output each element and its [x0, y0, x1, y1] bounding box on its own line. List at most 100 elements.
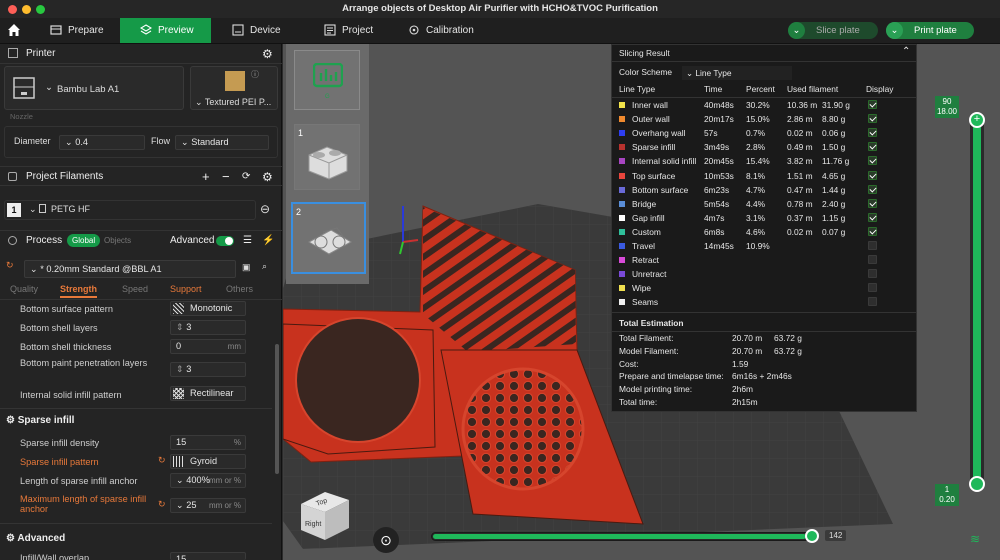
tab-strength[interactable]: Strength	[60, 284, 97, 298]
tab-speed[interactable]: Speed	[122, 284, 148, 294]
print-plate-button[interactable]: ⌄ Print plate	[886, 22, 974, 39]
display-checkbox[interactable]	[868, 255, 877, 265]
tab-project[interactable]: Project	[316, 18, 396, 43]
tab-support[interactable]: Support	[170, 284, 202, 294]
color-scheme-label: Color Scheme	[619, 67, 673, 77]
display-checkbox[interactable]	[868, 128, 877, 138]
bottom-paint-penetration-input[interactable]: ⇕ 3	[170, 362, 246, 377]
slice-dropdown-icon[interactable]: ⌄	[788, 22, 805, 39]
filament-slot-1[interactable]: 1 ⌄ PETG HF	[4, 200, 256, 220]
sidebar-scrollbar[interactable]	[275, 344, 279, 474]
close-window-button[interactable]	[8, 5, 17, 14]
horizontal-move-slider[interactable]	[431, 532, 819, 541]
line-type-weight: 1.15 g	[822, 212, 846, 223]
maximize-window-button[interactable]	[36, 5, 45, 14]
sparse-density-input[interactable]: 15%	[170, 435, 246, 450]
compare-icon[interactable]: ⚡	[262, 231, 274, 251]
tab-prepare[interactable]: Prepare	[42, 18, 120, 43]
textured-plate-icon	[225, 71, 245, 91]
sync-filament-icon[interactable]: ⟳	[242, 167, 250, 187]
reset-icon[interactable]: ↻	[158, 455, 166, 466]
bottom-shell-layers-input[interactable]: ⇕ 3	[170, 320, 246, 335]
global-toggle[interactable]: Global	[67, 234, 101, 247]
line-type-row: Gap infill 4m7s 3.1% 0.37 m 1.15 g	[612, 211, 916, 225]
plate-thumbnail-1[interactable]: 1	[294, 124, 360, 190]
line-type-swatch	[619, 172, 625, 179]
bottom-layer-label: 1 0.20	[935, 484, 959, 506]
display-checkbox[interactable]	[868, 297, 877, 307]
display-checkbox[interactable]	[868, 156, 877, 166]
internal-solid-infill-select[interactable]: Rectilinear	[170, 386, 246, 401]
plate-label: ⌄ Textured PEI P...	[195, 97, 272, 107]
printer-selector[interactable]: ⌄ Bambu Lab A1	[4, 66, 184, 110]
infill-wall-overlap-input[interactable]: 15	[170, 552, 246, 560]
diameter-select[interactable]: ⌄ 0.4	[59, 135, 145, 150]
display-checkbox[interactable]	[868, 170, 877, 180]
slice-plate-button[interactable]: ⌄ Slice plate	[788, 22, 878, 39]
save-preset-icon[interactable]: ▣	[242, 262, 251, 273]
display-checkbox[interactable]	[868, 114, 877, 124]
filament-icon	[8, 172, 17, 181]
process-preset-select[interactable]: ⌄ * 0.20mm Standard @BBL A1	[24, 260, 236, 278]
layer-slider-bottom-thumb[interactable]	[969, 476, 985, 492]
add-filament-icon[interactable]: +	[202, 167, 210, 187]
display-checkbox[interactable]	[868, 198, 877, 208]
view-cube[interactable]: Top Right	[297, 484, 357, 544]
minimize-window-button[interactable]	[22, 5, 31, 14]
layers-stack-icon[interactable]: ≋	[970, 532, 984, 546]
color-scheme-select[interactable]: ⌄ Line Type	[682, 66, 792, 80]
tab-others[interactable]: Others	[226, 284, 253, 294]
display-checkbox[interactable]	[868, 241, 877, 250]
info-icon[interactable]: ⓘ	[251, 69, 259, 80]
home-icon[interactable]	[6, 22, 22, 38]
bottom-shell-thickness-input[interactable]: 0 mm	[170, 339, 246, 354]
settings-gear-icon[interactable]: ⚙	[262, 44, 273, 64]
top-navigation: Prepare Preview Device Project Calibrati…	[0, 18, 1000, 44]
display-checkbox[interactable]	[868, 269, 877, 279]
sparse-pattern-select[interactable]: Gyroid	[170, 454, 246, 469]
display-checkbox[interactable]	[868, 226, 877, 236]
plate-thumbnail-2[interactable]: 2	[291, 202, 366, 274]
tab-device[interactable]: Device	[224, 18, 304, 43]
reset-icon[interactable]: ↻	[158, 499, 166, 510]
tab-calibration[interactable]: Calibration	[400, 18, 500, 43]
prepare-icon	[50, 25, 62, 35]
camera-view-icon[interactable]: ⊙	[373, 527, 399, 553]
plate-selector[interactable]: ⓘ ⌄ Textured PEI P...	[190, 66, 278, 110]
line-type-row: Custom 6m8s 4.6% 0.02 m 0.07 g	[612, 225, 916, 239]
line-type-percent: 8.1%	[746, 170, 766, 181]
flow-select[interactable]: ⌄ Standard	[175, 135, 269, 150]
gcode-view-button[interactable]: G	[294, 50, 360, 110]
display-checkbox[interactable]	[868, 212, 877, 222]
reset-icon[interactable]: ↻	[6, 260, 16, 270]
remove-filament-icon[interactable]: −	[222, 167, 230, 187]
line-type-row: Sparse infill 3m49s 2.8% 0.49 m 1.50 g	[612, 140, 916, 154]
anchor-length-input[interactable]: ⌄ 400% mm or %	[170, 473, 246, 488]
horizontal-slider-thumb[interactable]	[805, 529, 819, 543]
tab-quality[interactable]: Quality	[10, 284, 38, 294]
plate-list: G 1 2	[286, 44, 369, 284]
advanced-toggle[interactable]	[216, 236, 234, 246]
list-icon[interactable]: ☰	[243, 231, 252, 251]
total-row: Model Filament: 20.70 m 63.72 g	[612, 345, 916, 358]
collapse-icon[interactable]: ⌃	[902, 46, 910, 57]
display-checkbox[interactable]	[868, 100, 877, 109]
bottom-surface-pattern-select[interactable]: Monotonic	[170, 301, 246, 316]
line-type-length: 0.02 m	[787, 128, 813, 139]
display-checkbox[interactable]	[868, 142, 877, 152]
objects-toggle[interactable]: Objects	[104, 231, 131, 251]
filament-more-icon[interactable]: ⊖	[260, 202, 270, 216]
line-type-percent: 4.6%	[746, 226, 766, 237]
layer-slider-top-thumb[interactable]: +	[969, 112, 985, 128]
line-type-name: Inner wall	[632, 100, 668, 110]
max-anchor-length-input[interactable]: ⌄ 25 mm or %	[170, 498, 246, 513]
line-type-row: Outer wall 20m17s 15.0% 2.86 m 8.80 g	[612, 112, 916, 126]
display-checkbox[interactable]	[868, 184, 877, 194]
filament-settings-gear-icon[interactable]: ⚙	[262, 167, 273, 187]
layer-slider-track[interactable]	[970, 114, 984, 490]
search-icon[interactable]: ⌕	[262, 261, 267, 272]
display-checkbox[interactable]	[868, 283, 877, 293]
tab-preview[interactable]: Preview	[120, 18, 211, 43]
divider	[0, 408, 272, 409]
print-dropdown-icon[interactable]: ⌄	[886, 22, 903, 39]
